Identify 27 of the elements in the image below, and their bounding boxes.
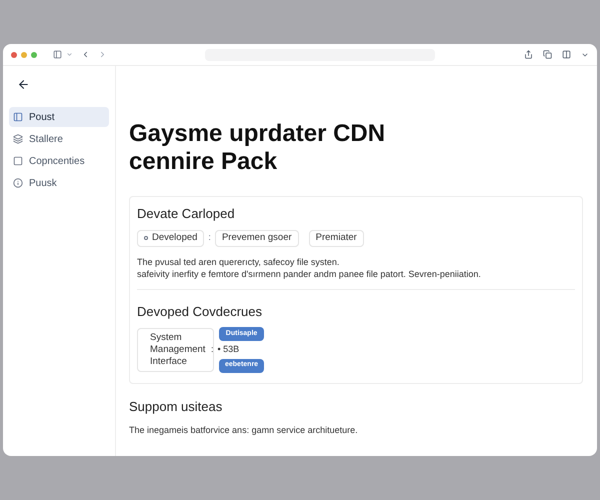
card-heading: Devate Carloped xyxy=(137,205,236,223)
info-icon xyxy=(13,178,23,188)
separator-text: : xyxy=(208,231,211,244)
sidebar-item[interactable]: Puusk xyxy=(9,173,109,193)
tabs-icon[interactable] xyxy=(543,50,552,59)
description: The pvusal ted aren quererıcty, safecoy file systen. safeivity inerfity e femtore d'sırmenn pander andm panee file patort. Sevren-peniiation. xyxy=(137,256,575,290)
panel-icon xyxy=(13,112,23,122)
size-reading: • 53B xyxy=(218,343,240,356)
sidebar-item[interactable]: Stallere xyxy=(9,129,109,149)
chip[interactable]: Developed xyxy=(137,230,204,246)
layers-icon xyxy=(13,134,23,144)
back-icon[interactable] xyxy=(81,50,90,59)
sidebar-item[interactable]: Poust xyxy=(9,107,109,127)
split-view-icon[interactable] xyxy=(562,50,571,59)
chip[interactable]: Premiater xyxy=(308,230,364,246)
sidebar-toggle-icon[interactable] xyxy=(53,50,62,59)
separator-text: : xyxy=(211,343,214,356)
section-heading: Suppom usiteas xyxy=(129,398,224,416)
back-arrow-icon[interactable] xyxy=(17,78,30,91)
sidebar-item[interactable]: Copncenties xyxy=(9,151,109,171)
share-icon[interactable] xyxy=(524,50,533,59)
section-text: The inegameis batforvice ans: gamn service architueture. xyxy=(129,424,359,437)
subheading: Devoped Covdecrues xyxy=(137,302,264,321)
forward-icon[interactable] xyxy=(98,50,107,59)
square-icon xyxy=(13,156,23,166)
page-title: Gaysme uprdater CDN cennire Pack xyxy=(129,120,386,176)
chip[interactable]: Prevemen gsoer xyxy=(214,230,299,246)
